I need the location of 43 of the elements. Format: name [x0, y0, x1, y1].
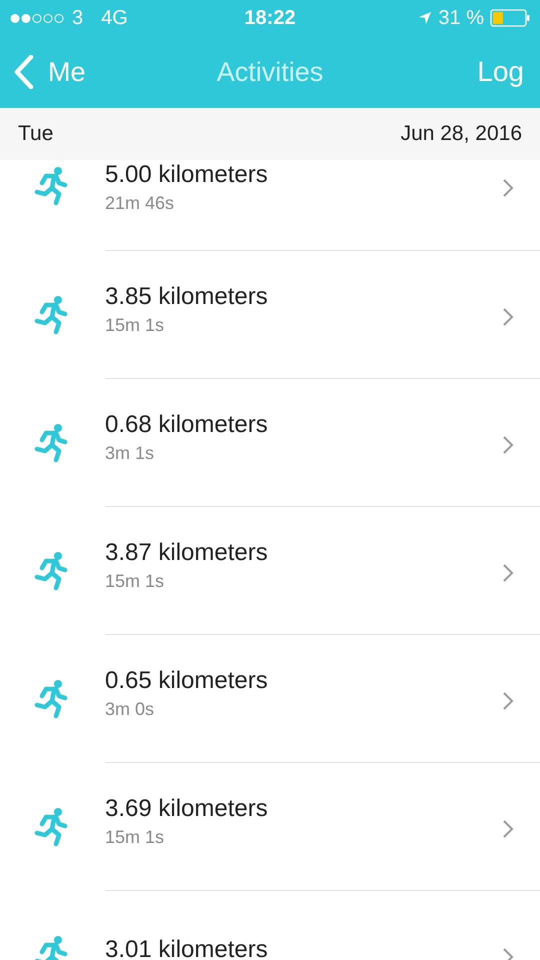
activity-distance: 3.01 kilometers — [105, 936, 269, 960]
activity-duration: 3m 0s — [105, 699, 156, 720]
activity-distance: 0.68 kilometers — [105, 411, 269, 439]
activity-distance: 5.00 kilometers — [105, 161, 269, 189]
status-time: 18:22 — [244, 6, 296, 30]
nav-title: Activities — [216, 56, 324, 88]
carrier-name: 3 — [72, 6, 84, 30]
activity-distance: 3.85 kilometers — [105, 283, 269, 311]
activity-distance: 3.87 kilometers — [105, 539, 269, 567]
back-chevron-icon — [14, 55, 34, 89]
activity-row[interactable]: 0.68 kilometers 3m 1s — [0, 379, 540, 507]
runner-icon — [34, 166, 68, 206]
battery-percent: 31 % — [438, 6, 484, 30]
activity-row[interactable]: 0.65 kilometers 3m 0s — [0, 635, 540, 763]
activity-row[interactable]: 3.85 kilometers 15m 1s — [0, 251, 540, 379]
activity-distance: 3.69 kilometers — [105, 795, 269, 823]
activity-duration: 21m 46s — [105, 193, 176, 214]
runner-icon — [34, 807, 68, 847]
activity-duration: 15m 1s — [105, 571, 166, 592]
date-label: Jun 28, 2016 — [400, 122, 522, 146]
chevron-right-icon — [502, 178, 514, 198]
back-label: Me — [48, 56, 86, 88]
chevron-right-icon — [502, 563, 514, 583]
battery-icon — [490, 9, 530, 27]
chevron-right-icon — [502, 435, 514, 455]
runner-icon — [34, 679, 68, 719]
chevron-right-icon — [502, 819, 514, 839]
activity-duration: 15m 1s — [105, 827, 166, 848]
activity-distance: 0.65 kilometers — [105, 667, 269, 695]
day-label: Tue — [18, 122, 54, 146]
activity-duration: 15m 1s — [105, 315, 166, 336]
location-arrow-icon — [418, 11, 432, 25]
activity-row[interactable]: 3.69 kilometers 15m 1s — [0, 763, 540, 891]
activity-row[interactable]: 3.87 kilometers 15m 1s — [0, 507, 540, 635]
signal-icon — [10, 12, 66, 24]
activity-duration: 3m 1s — [105, 443, 156, 464]
runner-icon — [34, 295, 68, 335]
activity-row[interactable]: 5.00 kilometers 21m 46s — [0, 160, 540, 251]
chevron-right-icon — [502, 691, 514, 711]
chevron-right-icon — [502, 307, 514, 327]
runner-icon — [34, 551, 68, 591]
runner-icon — [34, 423, 68, 463]
network-type: 4G — [101, 6, 128, 30]
